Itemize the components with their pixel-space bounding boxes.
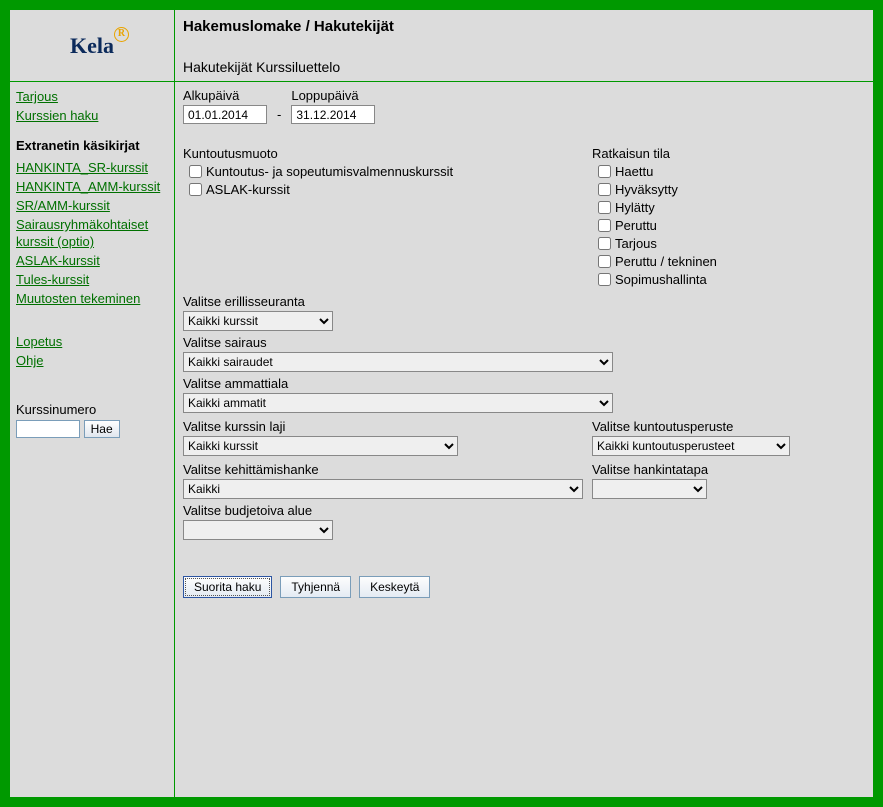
chk-aslak-kurssit[interactable] xyxy=(189,183,202,196)
chk-tarjous-label: Tarjous xyxy=(615,236,657,251)
end-date-input[interactable] xyxy=(291,105,375,124)
sidebar-link-kurssien-haku[interactable]: Kurssien haku xyxy=(16,108,98,123)
chk-kuntoutus-kurssit-label: Kuntoutus- ja sopeutumisvalmennuskurssit xyxy=(206,164,453,179)
date-row: Alkupäivä - Loppupäivä xyxy=(183,86,865,124)
logo-text: Kela xyxy=(70,33,114,58)
body-row: Tarjous Kurssien haku Extranetin käsikir… xyxy=(10,82,873,797)
chk-hyvaksytty[interactable] xyxy=(598,183,611,196)
kurssin-laji-label: Valitse kurssin laji xyxy=(183,419,588,434)
erillisseuranta-select[interactable]: Kaikki kurssit xyxy=(183,311,333,331)
hankintatapa-label: Valitse hankintatapa xyxy=(592,462,865,477)
chk-hylatty-label: Hylätty xyxy=(615,200,655,215)
chk-sopimushallinta[interactable] xyxy=(598,273,611,286)
sidebar-link-hankinta-sr[interactable]: HANKINTA_SR-kurssit xyxy=(16,160,148,175)
action-buttons: Suorita haku Tyhjennä Keskeytä xyxy=(183,576,865,598)
chk-kuntoutus-kurssit[interactable] xyxy=(189,165,202,178)
chk-haettu-label: Haettu xyxy=(615,164,653,179)
sidebar-heading: Extranetin käsikirjat xyxy=(16,138,172,153)
hankintatapa-select[interactable] xyxy=(592,479,707,499)
ratkaisun-tila-label: Ratkaisun tila xyxy=(592,146,865,161)
kehittamishanke-label: Valitse kehittämishanke xyxy=(183,462,588,477)
chk-peruttu-tekninen[interactable] xyxy=(598,255,611,268)
page-title: Hakemuslomake / Hakutekijät xyxy=(183,18,865,35)
sidebar-link-sairausryhma[interactable]: Sairausryhmäkohtaiset kurssit (optio) xyxy=(16,217,148,249)
main-panel: Alkupäivä - Loppupäivä Kuntoutusmuoto Ku… xyxy=(175,82,873,797)
filter-columns: Kuntoutusmuoto Kuntoutus- ja sopeutumisv… xyxy=(183,144,865,290)
logo-cell: Kela R xyxy=(10,10,175,81)
erillisseuranta-label: Valitse erillisseuranta xyxy=(183,294,865,309)
sidebar-link-hankinta-amm[interactable]: HANKINTA_AMM-kurssit xyxy=(16,179,160,194)
header-row: Kela R Hakemuslomake / Hakutekijät Hakut… xyxy=(10,10,873,82)
sidebar-link-aslak[interactable]: ASLAK-kurssit xyxy=(16,253,100,268)
app-frame: Kela R Hakemuslomake / Hakutekijät Hakut… xyxy=(0,0,883,807)
hae-button[interactable]: Hae xyxy=(84,420,120,438)
start-date-input[interactable] xyxy=(183,105,267,124)
chk-peruttu-tekninen-label: Peruttu / tekninen xyxy=(615,254,717,269)
chk-hyvaksytty-label: Hyväksytty xyxy=(615,182,678,197)
chk-hylatty[interactable] xyxy=(598,201,611,214)
budjetoiva-alue-label: Valitse budjetoiva alue xyxy=(183,503,865,518)
cancel-button[interactable]: Keskeytä xyxy=(359,576,430,598)
chk-peruttu-label: Peruttu xyxy=(615,218,657,233)
sidebar-link-ohje[interactable]: Ohje xyxy=(16,353,43,368)
date-separator: - xyxy=(277,107,281,124)
start-date-label: Alkupäivä xyxy=(183,88,267,103)
sidebar: Tarjous Kurssien haku Extranetin käsikir… xyxy=(10,82,175,797)
search-button[interactable]: Suorita haku xyxy=(183,576,272,598)
clear-button[interactable]: Tyhjennä xyxy=(280,576,351,598)
ammattiala-select[interactable]: Kaikki ammatit xyxy=(183,393,613,413)
sairaus-label: Valitse sairaus xyxy=(183,335,865,350)
kurssin-laji-select[interactable]: Kaikki kurssit xyxy=(183,436,458,456)
title-cell: Hakemuslomake / Hakutekijät Hakutekijät … xyxy=(175,10,873,81)
sidebar-link-sr-amm[interactable]: SR/AMM-kurssit xyxy=(16,198,110,213)
chk-aslak-kurssit-label: ASLAK-kurssit xyxy=(206,182,290,197)
ammattiala-label: Valitse ammattiala xyxy=(183,376,865,391)
sidebar-link-lopetus[interactable]: Lopetus xyxy=(16,334,62,349)
chk-sopimushallinta-label: Sopimushallinta xyxy=(615,272,707,287)
budjetoiva-alue-select[interactable] xyxy=(183,520,333,540)
sidebar-link-tarjous[interactable]: Tarjous xyxy=(16,89,58,104)
sidebar-link-tules[interactable]: Tules-kurssit xyxy=(16,272,89,287)
logo-reg-icon: R xyxy=(114,27,129,42)
end-date-label: Loppupäivä xyxy=(291,88,375,103)
sairaus-select[interactable]: Kaikki sairaudet xyxy=(183,352,613,372)
kuntoutusperuste-label: Valitse kuntoutusperuste xyxy=(592,419,865,434)
page-subtitle: Hakutekijät Kurssiluettelo xyxy=(183,59,865,75)
chk-haettu[interactable] xyxy=(598,165,611,178)
chk-tarjous[interactable] xyxy=(598,237,611,250)
kehittamishanke-select[interactable]: Kaikki xyxy=(183,479,583,499)
kurssinumero-input[interactable] xyxy=(16,420,80,438)
sidebar-link-muutosten[interactable]: Muutosten tekeminen xyxy=(16,291,140,306)
kuntoutusmuoto-label: Kuntoutusmuoto xyxy=(183,146,588,161)
kuntoutusperuste-select[interactable]: Kaikki kuntoutusperusteet xyxy=(592,436,790,456)
chk-peruttu[interactable] xyxy=(598,219,611,232)
kurssinumero-label: Kurssinumero xyxy=(16,401,172,418)
logo: Kela R xyxy=(70,33,114,59)
